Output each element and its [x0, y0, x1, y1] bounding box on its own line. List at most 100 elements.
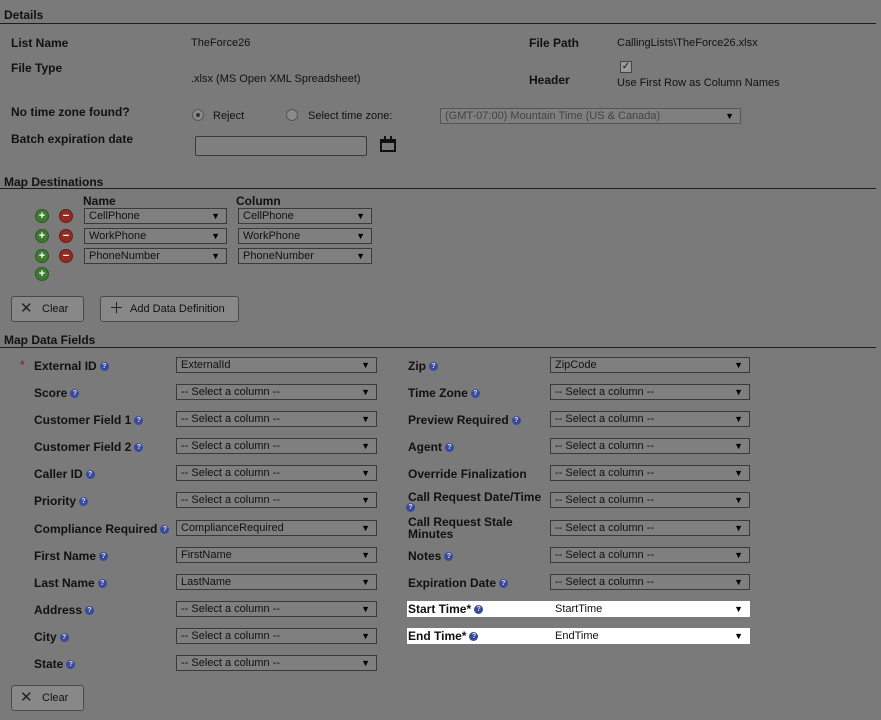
- field-select[interactable]: ComplianceRequired ▼: [176, 520, 377, 536]
- field-select[interactable]: -- Select a column -- ▼: [176, 465, 377, 481]
- clear-label: Clear: [42, 692, 69, 704]
- field-label: Agent?: [408, 440, 454, 454]
- destination-name-select[interactable]: CellPhone ▼: [84, 208, 227, 224]
- data-fields-divider: [0, 347, 876, 348]
- field-select[interactable]: -- Select a column -- ▼: [176, 438, 377, 454]
- info-icon[interactable]: ?: [70, 389, 80, 399]
- reject-radio[interactable]: [192, 109, 204, 121]
- info-icon[interactable]: ?: [470, 389, 480, 399]
- field-select[interactable]: -- Select a column -- ▼: [176, 411, 377, 427]
- details-section-title: Details: [4, 8, 44, 22]
- chevron-down-icon: ▼: [734, 387, 743, 397]
- info-icon[interactable]: ?: [99, 552, 109, 562]
- field-select[interactable]: -- Select a column -- ▼: [550, 574, 750, 590]
- x-icon: ✕: [20, 300, 33, 317]
- field-select-value: -- Select a column --: [555, 413, 655, 425]
- destination-column-select[interactable]: CellPhone ▼: [238, 208, 372, 224]
- add-row-icon[interactable]: +: [35, 209, 49, 223]
- info-icon[interactable]: ?: [66, 660, 76, 670]
- field-select-value: -- Select a column --: [181, 386, 281, 398]
- field-select[interactable]: -- Select a column -- ▼: [176, 601, 377, 617]
- data-fields-clear-button[interactable]: ✕ Clear: [11, 685, 84, 711]
- info-icon[interactable]: ?: [429, 362, 438, 372]
- remove-row-icon[interactable]: −: [59, 249, 73, 263]
- field-select[interactable]: -- Select a column -- ▼: [176, 492, 377, 508]
- chevron-down-icon: ▼: [734, 414, 743, 424]
- select-timezone-radio[interactable]: [286, 109, 298, 121]
- info-icon[interactable]: ?: [160, 525, 170, 535]
- field-select[interactable]: -- Select a column -- ▼: [176, 384, 377, 400]
- info-icon[interactable]: ?: [97, 579, 107, 589]
- field-select[interactable]: ExternalId ▼: [176, 357, 377, 373]
- field-select[interactable]: -- Select a column -- ▼: [550, 411, 750, 427]
- batch-expiration-input[interactable]: [195, 136, 367, 156]
- add-row-icon[interactable]: +: [35, 267, 49, 281]
- info-icon[interactable]: ?: [59, 633, 69, 643]
- info-icon[interactable]: ?: [134, 443, 144, 453]
- chevron-down-icon: ▼: [361, 550, 370, 560]
- header-checkbox[interactable]: ✓: [620, 61, 632, 73]
- field-select-value: ComplianceRequired: [181, 522, 284, 534]
- field-select[interactable]: -- Select a column -- ▼: [550, 465, 750, 481]
- field-label: Start Time*?: [407, 601, 551, 617]
- field-select[interactable]: -- Select a column -- ▼: [176, 655, 377, 671]
- info-icon[interactable]: ?: [474, 605, 484, 615]
- list-name-label: List Name: [11, 36, 69, 50]
- field-select[interactable]: FirstName ▼: [176, 547, 377, 563]
- field-select-value: -- Select a column --: [181, 603, 281, 615]
- chevron-down-icon: ▼: [734, 468, 743, 478]
- info-icon[interactable]: ?: [134, 416, 144, 426]
- chevron-down-icon: ▼: [734, 495, 743, 505]
- timezone-select[interactable]: (GMT-07:00) Mountain Time (US & Canada) …: [440, 108, 741, 124]
- field-label: Caller ID?: [34, 467, 95, 481]
- info-icon[interactable]: ?: [406, 503, 415, 512]
- info-icon[interactable]: ?: [445, 443, 454, 453]
- reject-label: Reject: [213, 110, 245, 122]
- field-label: Override Finalization: [408, 467, 527, 481]
- calendar-icon[interactable]: [380, 136, 396, 152]
- field-select-value: -- Select a column --: [181, 413, 281, 425]
- info-icon[interactable]: ?: [99, 362, 109, 372]
- chevron-down-icon: ▼: [211, 231, 220, 241]
- remove-row-icon[interactable]: −: [59, 209, 73, 223]
- field-select[interactable]: -- Select a column -- ▼: [550, 384, 750, 400]
- destination-name-select[interactable]: WorkPhone ▼: [84, 228, 227, 244]
- add-data-definition-button[interactable]: ＋ Add Data Definition: [100, 296, 239, 322]
- info-icon[interactable]: ?: [499, 579, 509, 589]
- field-select[interactable]: EndTime ▼: [550, 628, 750, 644]
- field-select[interactable]: StartTime ▼: [550, 601, 750, 617]
- field-select[interactable]: -- Select a column -- ▼: [176, 628, 377, 644]
- field-select[interactable]: ZipCode ▼: [550, 357, 750, 373]
- field-select[interactable]: -- Select a column -- ▼: [550, 520, 750, 536]
- field-select-value: LastName: [181, 576, 232, 588]
- file-path-value: CallingLists\TheForce26.xlsx: [617, 37, 758, 49]
- chevron-down-icon: ▼: [361, 468, 370, 478]
- destinations-column-header: Column: [236, 194, 281, 208]
- file-type-label: File Type: [11, 61, 63, 75]
- add-row-icon[interactable]: +: [35, 229, 49, 243]
- chevron-down-icon: ▼: [361, 658, 370, 668]
- field-select[interactable]: LastName ▼: [176, 574, 377, 590]
- file-type-value: .xlsx (MS Open XML Spreadsheet): [191, 73, 361, 85]
- chevron-down-icon: ▼: [734, 631, 743, 641]
- info-icon[interactable]: ?: [469, 632, 479, 642]
- field-select[interactable]: -- Select a column -- ▼: [550, 547, 750, 563]
- add-row-icon[interactable]: +: [35, 249, 49, 263]
- destination-column-select[interactable]: WorkPhone ▼: [238, 228, 372, 244]
- field-select[interactable]: -- Select a column -- ▼: [550, 492, 750, 508]
- info-icon[interactable]: ?: [444, 552, 454, 562]
- remove-row-icon[interactable]: −: [59, 229, 73, 243]
- destination-column-select[interactable]: PhoneNumber ▼: [238, 248, 372, 264]
- info-icon[interactable]: ?: [85, 606, 95, 616]
- destination-name-value: PhoneNumber: [89, 250, 160, 262]
- field-select[interactable]: -- Select a column -- ▼: [550, 438, 750, 454]
- chevron-down-icon: ▼: [361, 604, 370, 614]
- field-select-value: ZipCode: [555, 359, 597, 371]
- info-icon[interactable]: ?: [511, 416, 521, 426]
- chevron-down-icon: ▼: [356, 231, 365, 241]
- destinations-clear-button[interactable]: ✕ Clear: [11, 296, 84, 322]
- x-icon: ✕: [20, 689, 33, 706]
- destination-name-select[interactable]: PhoneNumber ▼: [84, 248, 227, 264]
- info-icon[interactable]: ?: [85, 470, 95, 480]
- info-icon[interactable]: ?: [79, 497, 89, 507]
